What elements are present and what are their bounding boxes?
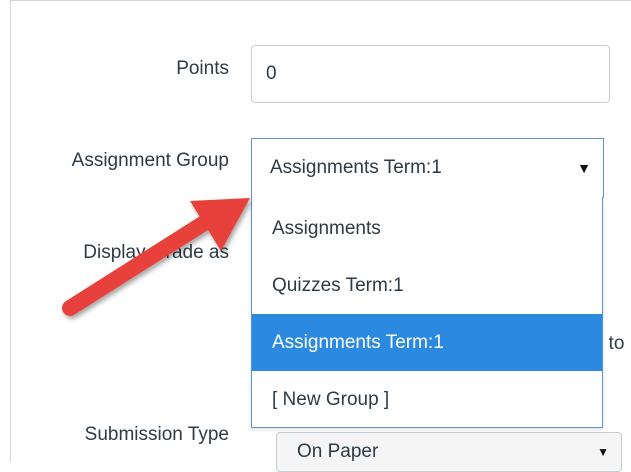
assignment-group-dropdown: Assignments Quizzes Term:1 Assignments T… (251, 197, 603, 428)
display-grade-label: Display Grade as (83, 242, 229, 263)
submission-type-label: Submission Type (84, 424, 229, 445)
caret-down-icon: ▼ (577, 160, 591, 176)
assignment-group-selected-value: Assignments Term:1 (270, 157, 442, 178)
dropdown-option-assignments[interactable]: Assignments (252, 200, 602, 257)
caret-down-icon: ▼ (597, 445, 609, 459)
partial-hidden-text: t to (604, 333, 625, 354)
submission-type-select[interactable]: On Paper ▼ (276, 432, 622, 472)
assignment-group-label: Assignment Group (71, 150, 229, 171)
submission-type-value: On Paper (297, 441, 379, 462)
dropdown-option-new-group[interactable]: [ New Group ] (252, 371, 602, 428)
dropdown-option-assignments-term-1[interactable]: Assignments Term:1 (252, 314, 602, 371)
points-label: Points (176, 58, 229, 79)
points-input[interactable]: 0 (251, 45, 610, 103)
dropdown-option-quizzes-term-1[interactable]: Quizzes Term:1 (252, 257, 602, 314)
assignment-group-select[interactable]: Assignments Term:1 ▼ (251, 138, 604, 198)
